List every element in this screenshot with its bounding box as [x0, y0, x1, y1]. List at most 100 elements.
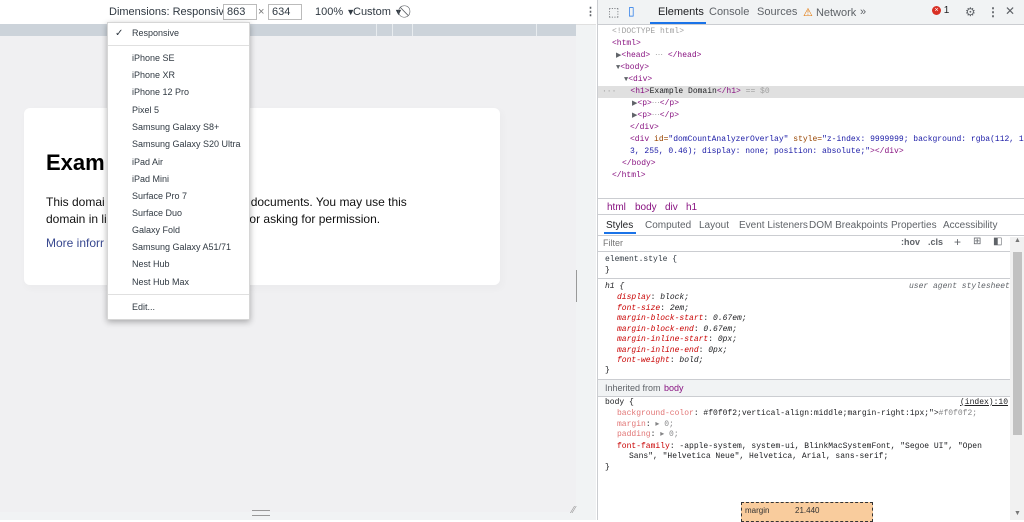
device-item-ipad-air[interactable]: iPad Air — [108, 154, 249, 171]
hov-toggle[interactable]: :hov — [901, 237, 920, 247]
dom-div-close[interactable]: </div> — [630, 122, 659, 134]
device-item-surface-pro-7[interactable]: Surface Pro 7 — [108, 188, 249, 205]
dom-body-close[interactable]: </body> — [622, 158, 656, 170]
body-selector[interactable]: body { — [605, 398, 634, 408]
scroll-up-icon[interactable]: ▲ — [1014, 237, 1021, 244]
media-query-bar[interactable] — [0, 24, 576, 36]
dom-body-open[interactable]: ▼<body> — [616, 62, 649, 74]
error-count-badge[interactable]: × 1 — [932, 5, 952, 19]
gear-icon[interactable]: ⚙ — [965, 5, 976, 19]
tag-text: <p> — [637, 111, 652, 120]
crumb-body[interactable]: body — [635, 202, 657, 213]
h1-selector[interactable]: h1 { — [605, 282, 624, 292]
device-item-surface-duo[interactable]: Surface Duo — [108, 205, 249, 222]
dom-h1[interactable]: ··· <h1>Example Domain</h1> == $0 — [602, 86, 770, 98]
tab-network[interactable]: ⚠ Network — [803, 6, 856, 19]
dom-p[interactable]: ▶<p>⋯</p> — [632, 110, 679, 122]
device-item-iphone-se[interactable]: iPhone SE — [108, 50, 249, 67]
devtools-panel: ⬚ ▯ Elements Console Sources ⚠ Network »… — [597, 0, 1024, 522]
css-prop: background-color — [617, 409, 694, 418]
dom-html-close[interactable]: </html> — [612, 170, 646, 182]
css-declaration[interactable]: font-weight: bold; — [617, 356, 703, 366]
corner-resize-handle[interactable]: ⁄⁄ — [572, 505, 575, 516]
crumb-div[interactable]: div — [665, 202, 678, 213]
ellipsis-icon[interactable]: ⋯ — [655, 51, 663, 60]
device-item-nest-hub-max[interactable]: Nest Hub Max — [108, 274, 249, 291]
inspect-element-icon[interactable]: ⬚ — [608, 5, 619, 19]
device-item-galaxy-s20-ultra[interactable]: Samsung Galaxy S20 Ultra — [108, 136, 249, 153]
tab-computed[interactable]: Computed — [645, 220, 691, 231]
font-family-rule[interactable]: font-family: -apple-system, system-ui, B… — [617, 442, 982, 452]
ellipsis-icon[interactable]: ⋯ — [652, 99, 660, 108]
throttle-dropdown[interactable]: Custom ▼ — [353, 6, 403, 18]
tab-console[interactable]: Console — [709, 6, 749, 18]
device-item-ipad-mini[interactable]: iPad Mini — [108, 171, 249, 188]
device-item-iphone-12-pro[interactable]: iPhone 12 Pro — [108, 84, 249, 101]
css-declaration[interactable]: margin: ▸ 0; — [617, 420, 674, 430]
dom-overlay-div[interactable]: <div id="domCountAnalyzerOverlay" style=… — [630, 134, 1024, 146]
tab-elements[interactable]: Elements — [658, 6, 704, 18]
crumb-h1[interactable]: h1 — [686, 202, 697, 213]
device-item-iphone-xr[interactable]: iPhone XR — [108, 67, 249, 84]
device-item-galaxy-fold[interactable]: Galaxy Fold — [108, 222, 249, 239]
device-toggle-icon[interactable]: ▯ — [628, 4, 635, 18]
tab-layout[interactable]: Layout — [699, 220, 729, 231]
tab-sources[interactable]: Sources — [757, 6, 797, 18]
device-item-responsive[interactable]: ✓ Responsive — [108, 25, 249, 42]
width-input[interactable] — [223, 4, 257, 20]
add-rule-icon[interactable]: + — [954, 235, 961, 249]
side-resize-handle[interactable] — [576, 270, 579, 302]
height-input[interactable] — [268, 4, 302, 20]
device-item-edit[interactable]: Edit... — [108, 299, 249, 316]
dom-html-open[interactable]: <html> — [612, 38, 641, 50]
css-value: ▸ 0; — [655, 419, 674, 429]
css-prop: display — [617, 293, 651, 302]
row-dots-icon: ··· — [602, 87, 617, 96]
dom-p[interactable]: ▶<p>⋯</p> — [632, 98, 679, 110]
device-item-label: Pixel 5 — [132, 105, 160, 115]
paint-icon[interactable]: ⊞ — [973, 236, 981, 247]
dom-doctype[interactable]: <!DOCTYPE html> — [612, 26, 684, 38]
dom-overlay-div-cont[interactable]: 3, 255, 0.46); display: none; position: … — [630, 146, 904, 158]
crumb-html[interactable]: html — [607, 202, 626, 213]
css-declaration[interactable]: margin-inline-start: 0px; — [617, 335, 737, 345]
css-declaration[interactable]: background-color: #f0f0f2;vertical-align… — [617, 409, 977, 419]
tab-properties[interactable]: Properties — [891, 220, 937, 231]
ruler-divider — [536, 24, 537, 36]
css-declaration[interactable]: margin-inline-end: 0px; — [617, 346, 727, 356]
bottom-resize-handle[interactable] — [252, 510, 270, 516]
inherited-from-link[interactable]: body — [664, 383, 684, 393]
element-style-rule[interactable]: element.style { — [605, 255, 677, 265]
css-declaration[interactable]: font-size: 2em; — [617, 304, 689, 314]
dom-div-open[interactable]: ▼<div> — [624, 74, 652, 86]
zoom-dropdown[interactable]: 100% ▼ — [315, 6, 355, 18]
css-prop: font-weight — [617, 356, 670, 365]
device-item-galaxy-s8[interactable]: Samsung Galaxy S8+ — [108, 119, 249, 136]
more-options-icon[interactable]: ⋮ — [987, 5, 999, 19]
device-item-pixel-5[interactable]: Pixel 5 — [108, 102, 249, 119]
tab-event-listeners[interactable]: Event Listeners — [739, 220, 808, 231]
ellipsis-icon[interactable]: ⋯ — [652, 111, 660, 120]
scroll-down-icon[interactable]: ▼ — [1014, 510, 1021, 517]
more-info-link[interactable]: More inforr — [46, 236, 104, 250]
filter-input[interactable] — [603, 237, 803, 249]
css-declaration[interactable]: margin-block-start: 0.67em; — [617, 314, 747, 324]
css-declaration[interactable]: padding: ▸ 0; — [617, 430, 679, 440]
css-declaration[interactable]: display: block; — [617, 293, 689, 303]
body-source-link[interactable]: (index):10 — [960, 398, 1008, 408]
tab-styles[interactable]: Styles — [606, 220, 633, 231]
sidebar-toggle-icon[interactable]: ◧ — [993, 236, 1002, 247]
dom-head[interactable]: ▶<head> ⋯ </head> — [616, 50, 701, 62]
box-model-value[interactable]: 21.440 — [795, 506, 819, 515]
more-tabs-button[interactable]: » — [860, 6, 866, 18]
styles-scrollbar-thumb[interactable] — [1013, 252, 1022, 435]
device-item-galaxy-a51[interactable]: Samsung Galaxy A51/71 — [108, 239, 249, 256]
cls-toggle[interactable]: .cls — [928, 237, 943, 247]
css-value: ▸ 0; — [660, 430, 679, 439]
close-icon[interactable]: ✕ — [1005, 4, 1015, 18]
tab-dom-breakpoints[interactable]: DOM Breakpoints — [809, 220, 888, 231]
device-item-nest-hub[interactable]: Nest Hub — [108, 256, 249, 273]
css-declaration[interactable]: margin-block-end: 0.67em; — [617, 325, 737, 335]
more-options-icon[interactable]: ⋮ — [585, 5, 596, 18]
tab-accessibility[interactable]: Accessibility — [943, 220, 997, 231]
